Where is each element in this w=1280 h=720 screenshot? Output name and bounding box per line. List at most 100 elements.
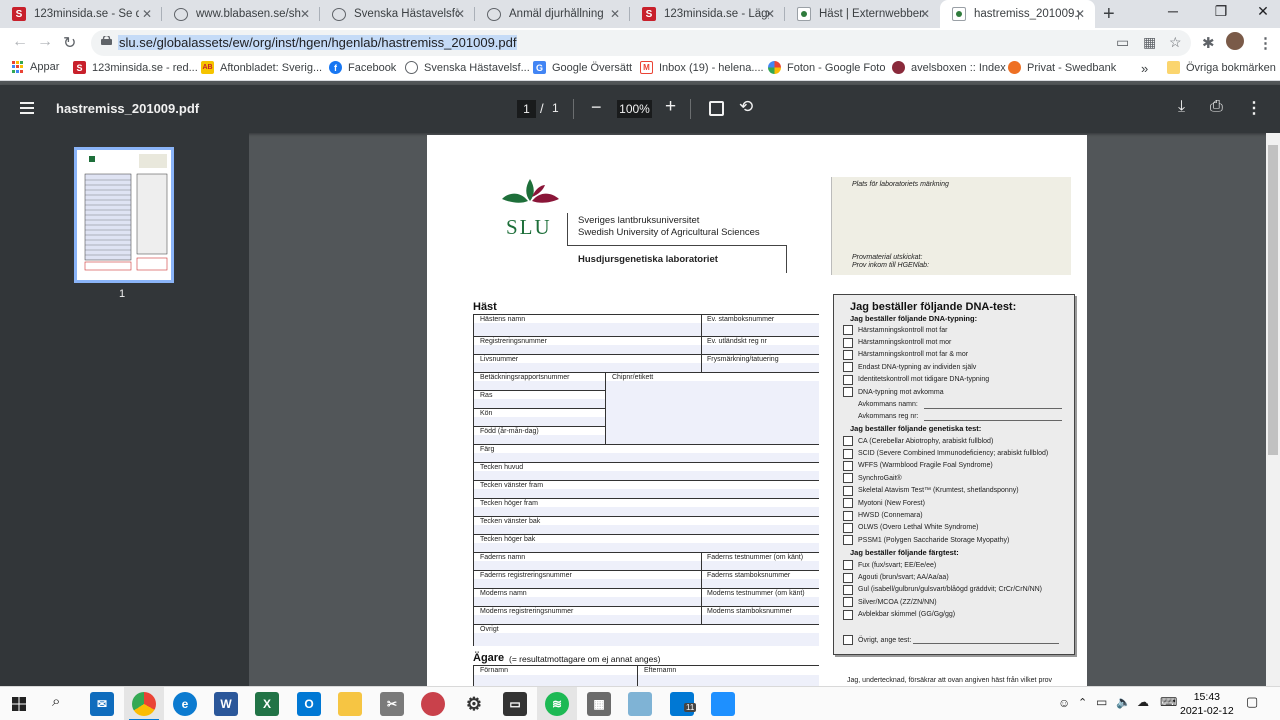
checkbox[interactable] [843,584,853,595]
settings-gear-icon[interactable]: ⚙ [462,692,486,716]
dam-name-field[interactable]: Moderns namn [474,589,702,606]
marking-right-hind-field[interactable]: Tecken höger bak [474,535,819,553]
bookmark-svenska-hastavel[interactable]: Svenska Hästavelsf... [405,61,530,74]
checkbox[interactable] [843,448,853,459]
chevron-up-icon[interactable]: ⌃ [1078,696,1087,709]
marking-head-field[interactable]: Tecken huvud [474,463,819,481]
notifications-icon[interactable]: ▢ [1246,694,1258,710]
windows-start-icon[interactable] [12,697,26,711]
scrollbar-thumb[interactable] [1268,145,1278,455]
reload-button[interactable]: ↻ [63,33,76,53]
close-icon[interactable]: ✕ [455,7,465,21]
chrome-icon[interactable] [132,692,156,716]
checkbox[interactable] [843,535,853,546]
minimize-button[interactable]: ─ [1150,3,1196,19]
marking-right-front-field[interactable]: Tecken höger fram [474,499,819,517]
birth-date-field[interactable]: Född (år-mån-dag) [474,427,606,445]
excel-icon[interactable]: X [255,692,279,716]
notepad-icon[interactable] [628,692,652,716]
mail-icon[interactable]: ✉ [90,692,114,716]
covering-report-field[interactable]: Betäckningsrapportsnummer [474,373,606,391]
sire-reg-field[interactable]: Faderns registreringsnummer [474,571,702,588]
close-icon[interactable]: ✕ [765,7,775,21]
bookmark-avelsboxen[interactable]: avelsboxen :: Index [892,61,1006,74]
offspring-reg-input[interactable] [924,420,1062,421]
marking-left-front-field[interactable]: Tecken vänster fram [474,481,819,499]
menu-kebab-icon[interactable]: ⋮ [1258,34,1273,52]
new-tab-button[interactable]: + [1103,3,1115,26]
fit-page-icon[interactable] [709,101,724,116]
print-icon[interactable]: ⎙ [1210,98,1223,116]
checkbox[interactable] [843,635,853,645]
sire-test-number-field[interactable]: Faderns testnummer (om känt) [702,553,819,570]
url-text[interactable]: slu.se/globalassets/ew/org/inst/hgen/hge… [118,35,518,50]
people-icon[interactable]: ☺ [1058,696,1070,710]
tab-hastremiss-active[interactable]: hastremiss_201009.pdf ✕ [940,0,1095,28]
bookmark-star-icon[interactable]: ☆ [1169,34,1182,51]
photos-app-icon[interactable] [711,692,735,716]
bookmark-gmail[interactable]: M Inbox (19) - helena.... [640,61,764,74]
horse-name-field[interactable]: Hästens namn [474,315,702,336]
dam-studbook-field[interactable]: Moderns stamboksnummer [702,607,819,624]
bookmark-aftonbladet[interactable]: AB Aftonbladet: Sverig... [201,61,322,74]
dam-test-number-field[interactable]: Moderns testnummer (om känt) [702,589,819,606]
bookmark-swedbank[interactable]: Privat - Swedbank [1008,61,1116,74]
tab-externwebben[interactable]: Häst | Externwebben ✕ [785,0,940,28]
tab-anmal-djurhallning[interactable]: Anmäl djurhållning ✕ [475,0,630,28]
checkbox[interactable] [843,510,853,521]
cast-icon[interactable]: ▭ [1116,34,1129,51]
spotify-icon[interactable]: ≋ [545,692,569,716]
checkbox[interactable] [843,473,853,484]
clock[interactable]: 15:43 2021-02-12 [1180,690,1234,718]
checkbox[interactable] [843,387,853,398]
profile-avatar[interactable] [1226,32,1244,50]
sire-studbook-field[interactable]: Faderns stamboksnummer [702,571,819,588]
bookmark-123minsida[interactable]: S 123minsida.se - red... [73,61,198,74]
zoom-out-button[interactable]: − [591,97,602,118]
more-actions-icon[interactable]: ⋮ [1246,98,1262,118]
breed-field[interactable]: Ras [474,391,606,409]
bookmarks-more-button[interactable]: » [1141,61,1148,76]
offspring-name-input[interactable] [924,408,1062,409]
zoom-input[interactable]: 100% [617,100,652,118]
checkbox[interactable] [843,560,853,571]
close-icon[interactable]: ✕ [610,7,620,21]
chip-label-field[interactable]: Chipnr/etikett [606,373,819,445]
outlook-icon[interactable]: O [297,692,321,716]
edge-icon[interactable]: e [173,692,197,716]
bookmark-facebook[interactable]: f Facebook [329,61,396,74]
close-icon[interactable]: ✕ [142,7,152,21]
studbook-number-field[interactable]: Ev. stamboksnummer [702,315,819,336]
battery-icon[interactable]: ▭ [1096,695,1107,709]
foreign-reg-field[interactable]: Ev. utländskt reg nr [702,337,819,354]
back-button[interactable]: ← [12,33,28,51]
feedback-icon[interactable]: ▭ [503,692,527,716]
checkbox[interactable] [843,325,853,336]
tab-123minsida-1[interactable]: S 123minsida.se - Se din ✕ [0,0,162,28]
freeze-mark-field[interactable]: Frysmärkning/tatuering [702,355,819,372]
checkbox[interactable] [843,460,853,471]
cloud-icon[interactable]: ☁ [1137,695,1149,709]
rotate-icon[interactable]: ⟲ [739,97,753,117]
page-number-input[interactable]: 1 [517,100,536,118]
zoom-in-button[interactable]: + [665,96,676,118]
address-bar[interactable]: slu.se/globalassets/ew/org/inst/hgen/hge… [91,30,1191,56]
checkbox[interactable] [843,374,853,385]
forward-button[interactable]: → [37,33,53,51]
sire-name-field[interactable]: Faderns namn [474,553,702,570]
scrollbar[interactable] [1266,133,1280,686]
search-icon[interactable]: ⌕ [52,693,60,710]
checkbox[interactable] [843,597,853,608]
marking-left-hind-field[interactable]: Tecken vänster bak [474,517,819,535]
checkbox[interactable] [843,572,853,583]
qr-code-icon[interactable]: ▦ [1143,34,1156,51]
tab-svenska-hastavel[interactable]: Svenska Hästavelsförb ✕ [320,0,475,28]
tab-123minsida-2[interactable]: S 123minsida.se - Lägg ti ✕ [630,0,785,28]
checkbox[interactable] [843,609,853,620]
color-field[interactable]: Färg [474,445,819,463]
checkbox[interactable] [843,362,853,373]
checkbox[interactable] [843,337,853,348]
file-explorer-icon[interactable] [338,692,362,716]
extensions-icon[interactable]: ✱ [1202,34,1215,52]
snipping-tool-icon[interactable]: ✂ [380,692,404,716]
